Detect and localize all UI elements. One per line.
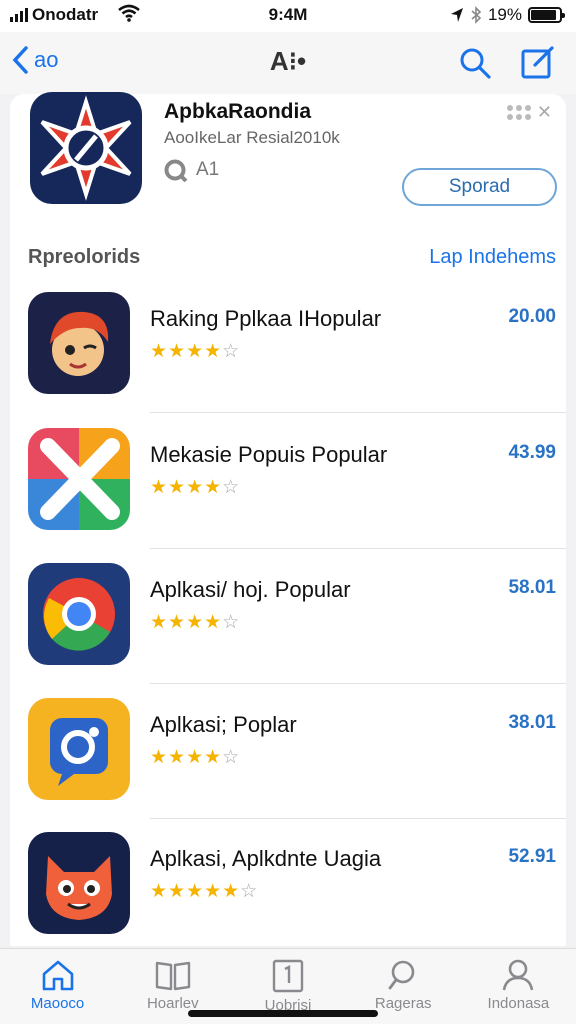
tab-label: Indonasa: [487, 995, 550, 1012]
book-icon: [155, 961, 190, 991]
home-icon: [42, 960, 73, 991]
browser-ring-icon: [28, 563, 130, 665]
dismiss-button[interactable]: ✕: [506, 102, 552, 123]
cartoon-character-icon: [28, 292, 130, 394]
featured-app-name: ApbkaRaondia: [164, 100, 312, 123]
app-price[interactable]: 58.01: [508, 577, 556, 599]
home-indicator: [188, 1010, 378, 1017]
app-name: Mekasie Popuis Popular: [150, 442, 388, 467]
see-all-link[interactable]: Lap Indehems: [429, 246, 556, 269]
search-icon[interactable]: [458, 46, 492, 80]
row-divider: [150, 548, 566, 549]
featured-app-rating: A1: [164, 158, 219, 182]
tab-profile[interactable]: Indonasa: [461, 949, 576, 1024]
app-price[interactable]: 52.91: [508, 846, 556, 868]
app-name: Aplkasi/ hoj. Popular: [150, 577, 351, 602]
featured-action-button[interactable]: Sporad: [402, 168, 557, 206]
rating-badge-icon: [164, 159, 188, 182]
star-rating: ★★★★☆: [150, 477, 241, 498]
battery-percent: 19%: [487, 5, 522, 24]
chat-bubble-icon: [28, 698, 130, 800]
colorful-x-icon: [28, 428, 130, 530]
close-icon: ✕: [536, 102, 552, 122]
compose-icon[interactable]: [520, 44, 556, 80]
battery-icon: [528, 7, 565, 23]
app-name: Aplkasi; Poplar: [150, 712, 297, 737]
status-bar: Onodatr 9:4M 19%: [0, 0, 576, 32]
more-dots-icon: [506, 105, 531, 120]
row-divider: [150, 412, 566, 413]
location-icon: [450, 8, 463, 22]
star-rating: ★★★★☆: [150, 747, 241, 768]
featured-rating-label: A1: [196, 159, 220, 180]
fox-face-icon: [28, 832, 130, 934]
content-card: ApbkaRaondia AooIkeLar Resial2010k A1 ✕ …: [10, 92, 566, 946]
navigation-bar: ao A⁝•: [0, 32, 576, 94]
app-row[interactable]: Aplkasi; Poplar ★★★★☆ 38.01: [10, 698, 566, 833]
app-row[interactable]: Mekasie Popuis Popular ★★★★☆ 43.99: [10, 428, 566, 563]
app-price[interactable]: 38.01: [508, 712, 556, 734]
app-row[interactable]: Aplkasi/ hoj. Popular ★★★★☆ 58.01: [10, 563, 566, 698]
star-rating: ★★★★☆: [150, 341, 241, 362]
app-price[interactable]: 20.00: [508, 306, 556, 328]
updates-icon: [272, 959, 304, 993]
profile-icon: [503, 959, 534, 991]
app-name: Aplkasi, Aplkdnte Uagia: [150, 846, 382, 871]
tab-label: Maooco: [30, 995, 85, 1012]
featured-app-icon[interactable]: [30, 92, 142, 204]
tab-home[interactable]: Maooco: [0, 949, 115, 1024]
bluetooth-icon: [471, 6, 482, 24]
tab-label: Rageras: [374, 995, 432, 1012]
section-title: Rpreolorids: [28, 246, 141, 268]
search-icon: [388, 960, 415, 990]
app-row[interactable]: Aplkasi, Aplkdnte Uagia ★★★★★☆ 52.91: [10, 832, 566, 967]
featured-app-subtitle: AooIkeLar Resial2010k: [164, 128, 340, 147]
star-rating: ★★★★☆: [150, 612, 241, 633]
app-price[interactable]: 43.99: [508, 442, 556, 464]
row-divider: [150, 683, 566, 684]
app-name: Raking Pplkaa IHopular: [150, 306, 382, 331]
star-rating: ★★★★★☆: [150, 881, 259, 902]
row-divider: [150, 818, 566, 819]
app-row[interactable]: Raking Pplkaa IHopular ★★★★☆ 20.00: [10, 292, 566, 427]
